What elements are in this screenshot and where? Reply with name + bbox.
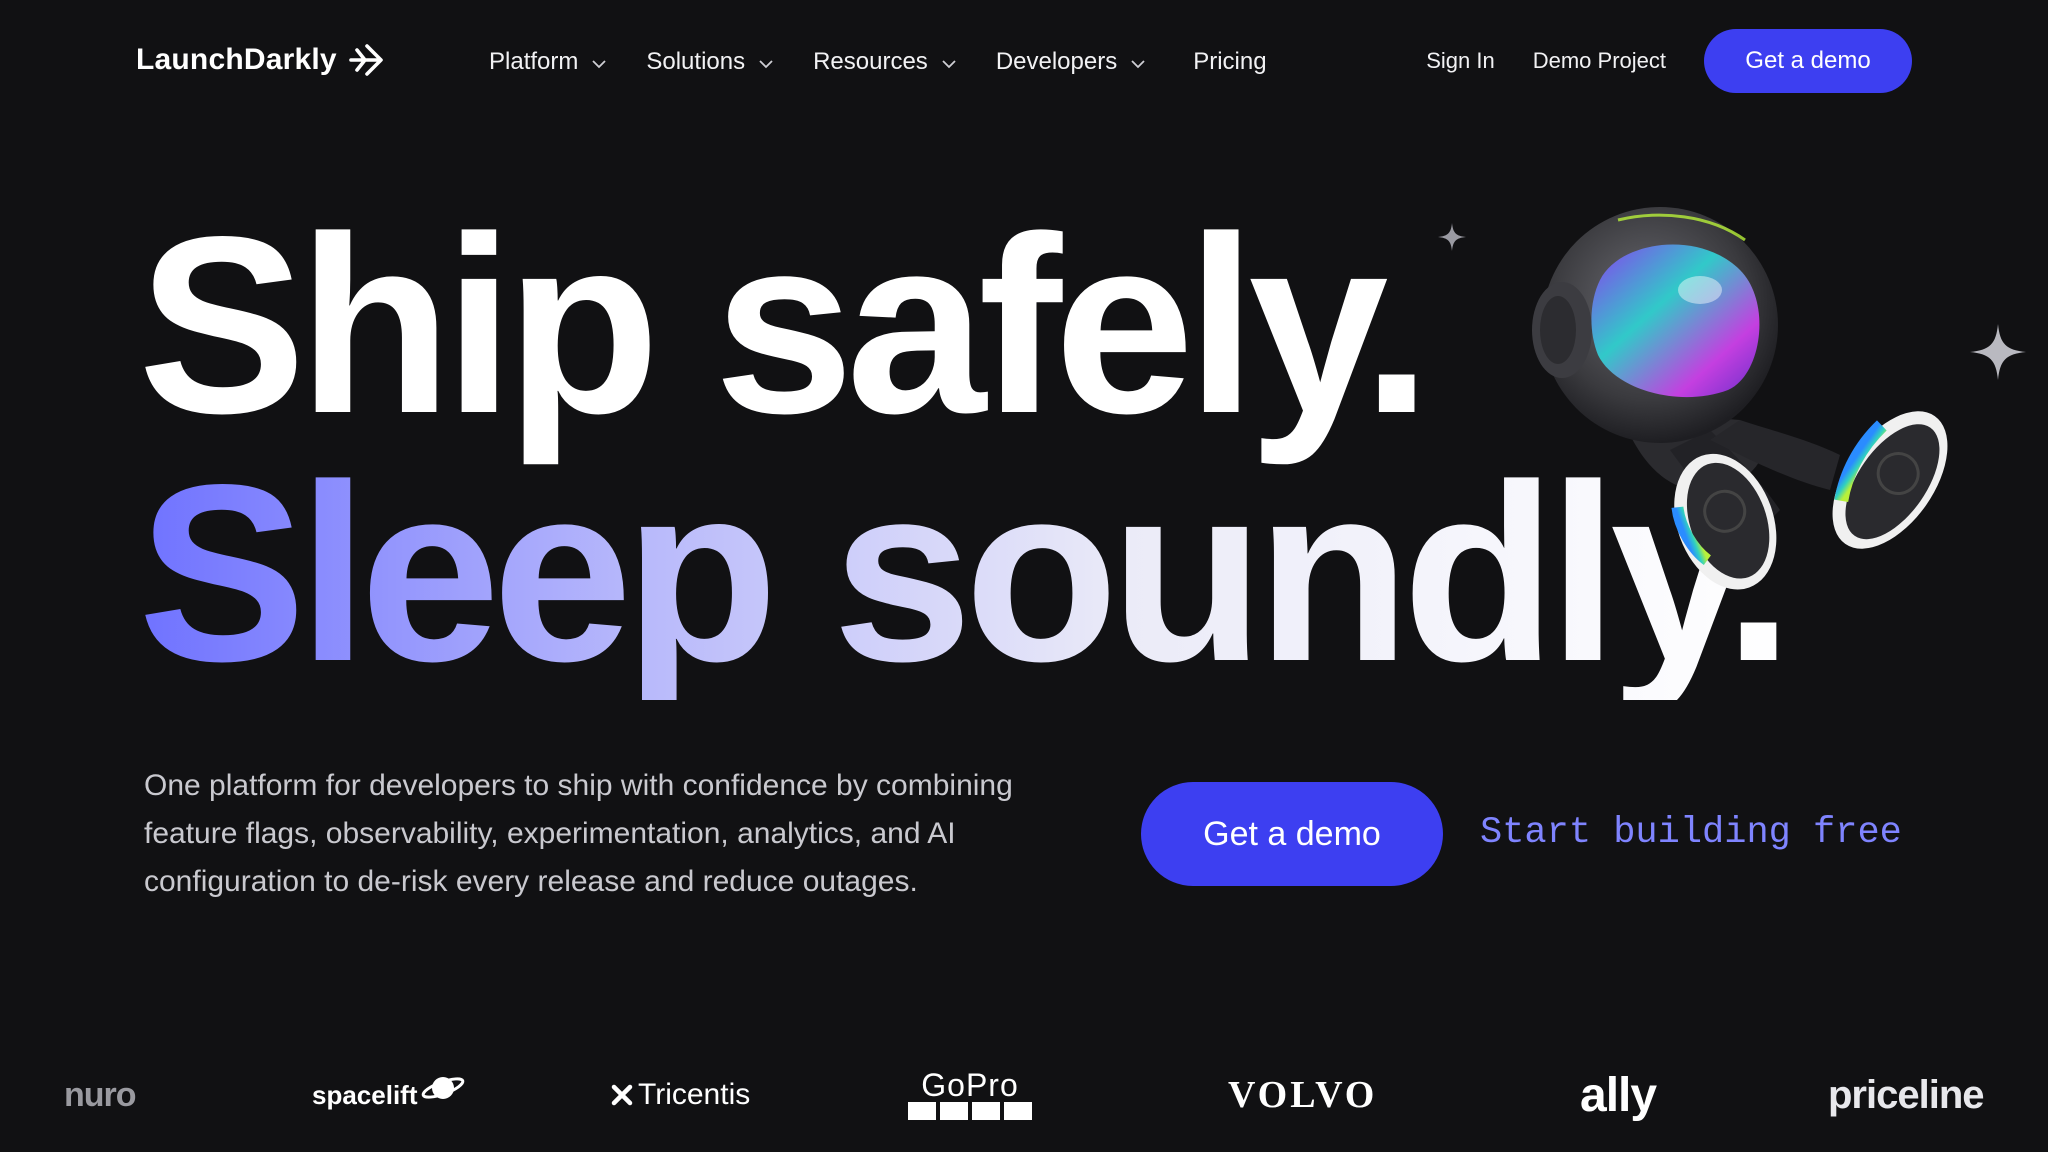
hero-description: One platform for developers to ship with… [144,769,1013,898]
page: LaunchDarkly Platform Solutions Resource… [0,0,2048,1152]
spacelift-logo: spacelift [312,1060,466,1130]
nav-developers[interactable]: Developers [996,44,1147,80]
tricentis-x-icon [611,1084,633,1106]
volvo-logo-text: VOLVO [1228,1074,1378,1116]
nav-platform-label: Platform [489,48,579,75]
get-a-demo-hero-button[interactable]: Get a demo [1141,782,1443,886]
nuro-logo: nuro [64,1060,137,1130]
astronaut-mascot-illustration [1532,207,1948,590]
chevron-down-icon [942,60,956,69]
ally-logo-text: ally [1580,1068,1657,1122]
gopro-logo: GoPro [908,1060,1032,1130]
ally-logo: ally [1580,1060,1657,1130]
planet-icon [421,1077,464,1099]
nav-pricing-label: Pricing [1193,48,1267,75]
sparkle-icon [1438,223,1466,251]
nav-solutions[interactable]: Solutions [646,44,775,80]
logo-text: LaunchDarkly [136,43,337,76]
nav-resources[interactable]: Resources [813,44,958,80]
chevron-down-icon [592,60,606,69]
sign-in-link[interactable]: Sign In [1426,48,1495,74]
spacelift-logo-text: spacelift [312,1079,418,1110]
get-a-demo-nav-button[interactable]: Get a demo [1704,29,1912,93]
nav-resources-label: Resources [813,48,928,75]
priceline-logo: priceline [1828,1060,1985,1130]
nav-developers-label: Developers [995,48,1118,75]
sparkle-icon [1970,324,2026,380]
nav-solutions-label: Solutions [646,48,746,75]
hero-headline-line-1: Ship safely. [138,185,1432,466]
arrow-logo-icon [349,44,383,76]
gopro-blocks [908,1102,1032,1120]
nav-actions: Sign In Demo Project Get a demo [1426,29,1912,93]
customer-logos: nuro spacelift Tricentis GoPro VOLVO all… [0,1060,2048,1130]
gopro-logo-text: GoPro [921,1067,1019,1103]
tricentis-logo: Tricentis [610,1060,750,1130]
top-nav: LaunchDarkly Platform Solutions Resource… [0,0,2048,124]
priceline-logo-text: priceline [1828,1072,1985,1117]
main-menu: Platform Solutions Resources Developers … [489,44,1305,80]
nav-platform[interactable]: Platform [489,44,608,80]
volvo-logo: VOLVO [1228,1060,1377,1130]
start-building-free-link[interactable]: Start building free [1480,812,1902,854]
chevron-down-icon [759,60,773,69]
tricentis-logo-text: Tricentis [638,1078,751,1111]
demo-project-link[interactable]: Demo Project [1533,48,1666,74]
nuro-logo-text: nuro [64,1075,137,1114]
chevron-down-icon [1131,60,1145,69]
launchdarkly-logo[interactable]: LaunchDarkly [136,38,389,82]
nav-pricing[interactable]: Pricing [1193,44,1266,80]
